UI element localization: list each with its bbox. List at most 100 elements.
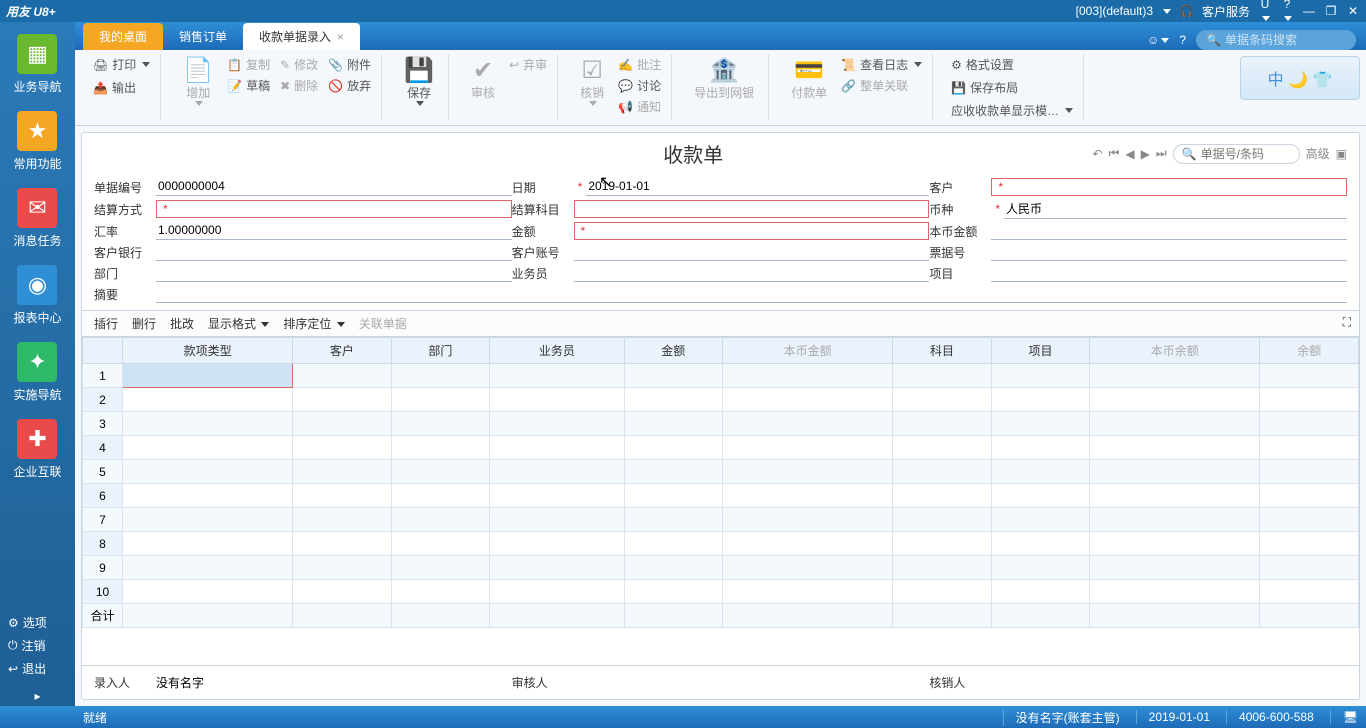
table-row[interactable]: 8 xyxy=(83,532,1359,556)
grid-cell[interactable] xyxy=(293,508,392,532)
grid-cell[interactable] xyxy=(893,460,992,484)
grid-cell[interactable] xyxy=(723,580,893,604)
help-circle-icon[interactable]: ? xyxy=(1179,33,1186,47)
relate-all-button[interactable]: 🔗 整单关联 xyxy=(837,75,926,96)
grid-cell[interactable] xyxy=(1090,532,1260,556)
doc-search-input[interactable] xyxy=(1201,147,1291,161)
sidebar-link-1[interactable]: ⏻注销 xyxy=(0,634,75,657)
grid-cell[interactable] xyxy=(293,364,392,388)
grid-cell[interactable] xyxy=(893,364,992,388)
sidebar-item-2[interactable]: ✉消息任务 xyxy=(9,180,65,257)
prev-icon[interactable]: ◀ xyxy=(1125,147,1134,161)
grid-cell[interactable] xyxy=(1260,436,1359,460)
memo-field[interactable] xyxy=(156,285,1347,303)
barcode-search[interactable]: 🔍 xyxy=(1196,30,1356,50)
grid-cell[interactable] xyxy=(1260,388,1359,412)
grid-cell[interactable] xyxy=(391,460,490,484)
settle-field[interactable]: * xyxy=(156,200,512,218)
grid-cell[interactable] xyxy=(991,388,1090,412)
grid-cell[interactable] xyxy=(490,484,624,508)
grid-cell[interactable] xyxy=(123,556,293,580)
grid-cell[interactable] xyxy=(991,412,1090,436)
grid-cell[interactable] xyxy=(490,556,624,580)
table-row[interactable]: 1 xyxy=(83,364,1359,388)
grid-cell[interactable] xyxy=(624,388,723,412)
next-icon[interactable]: ▶ xyxy=(1141,147,1150,161)
print-button[interactable]: 🖨 打印 xyxy=(89,54,154,75)
grid-cell[interactable] xyxy=(391,556,490,580)
grid-cell[interactable] xyxy=(1260,580,1359,604)
grid-cell[interactable] xyxy=(490,388,624,412)
grid-cell[interactable] xyxy=(1090,388,1260,412)
grid-cell[interactable] xyxy=(490,508,624,532)
grid-cell[interactable] xyxy=(624,436,723,460)
grid-cell[interactable] xyxy=(123,508,293,532)
undo-icon[interactable]: ↶ xyxy=(1093,147,1103,161)
grid-cell[interactable] xyxy=(490,460,624,484)
acct-field[interactable] xyxy=(574,243,930,261)
col-header-5[interactable]: 本币金额 xyxy=(723,338,893,364)
col-header-3[interactable]: 业务员 xyxy=(490,338,624,364)
grid-cell[interactable] xyxy=(391,532,490,556)
grid-cell[interactable] xyxy=(893,412,992,436)
locate-icon[interactable]: ▣ xyxy=(1336,147,1347,161)
payment-button[interactable]: 💳付款单 xyxy=(783,54,835,121)
grid-cell[interactable] xyxy=(1260,556,1359,580)
display-format-button[interactable]: 显示格式 xyxy=(208,315,269,332)
draft-button[interactable]: 📝 草稿 xyxy=(223,75,274,96)
table-row[interactable]: 9 xyxy=(83,556,1359,580)
tab-sales-order[interactable]: 销售订单 xyxy=(163,23,243,50)
close-icon[interactable]: ✕ xyxy=(1346,4,1360,18)
table-row[interactable]: 7 xyxy=(83,508,1359,532)
col-header-4[interactable]: 金额 xyxy=(624,338,723,364)
save-button[interactable]: 💾保存 xyxy=(396,54,442,108)
discard-button[interactable]: 🚫 放弃 xyxy=(324,75,375,96)
grid-cell[interactable] xyxy=(893,580,992,604)
grid-cell[interactable] xyxy=(490,532,624,556)
table-row[interactable]: 4 xyxy=(83,436,1359,460)
grid-cell[interactable] xyxy=(991,364,1090,388)
edit-button[interactable]: ✎ 修改 xyxy=(276,54,322,75)
minimize-icon[interactable]: — xyxy=(1302,4,1316,18)
grid-cell[interactable] xyxy=(1090,484,1260,508)
annotate-button[interactable]: ✍ 批注 xyxy=(614,54,665,75)
first-icon[interactable]: ⏮ xyxy=(1109,146,1120,161)
grid-cell[interactable] xyxy=(991,436,1090,460)
table-row[interactable]: 5 xyxy=(83,460,1359,484)
col-header-7[interactable]: 项目 xyxy=(991,338,1090,364)
grid-cell[interactable] xyxy=(1090,508,1260,532)
amt-field[interactable]: * xyxy=(574,222,930,240)
grid-cell[interactable] xyxy=(1090,580,1260,604)
sidebar-link-2[interactable]: ↩退出 xyxy=(0,657,75,680)
grid-cell[interactable] xyxy=(293,556,392,580)
smiley-icon[interactable]: ☺ xyxy=(1147,33,1169,47)
grid-cell[interactable] xyxy=(123,460,293,484)
session-dropdown-icon[interactable] xyxy=(1163,9,1171,14)
grid-cell[interactable] xyxy=(991,484,1090,508)
expand-icon[interactable]: ⛶ xyxy=(1343,315,1351,330)
staff-field[interactable] xyxy=(574,264,930,282)
grid-cell[interactable] xyxy=(723,436,893,460)
table-row[interactable]: 6 xyxy=(83,484,1359,508)
grid-cell[interactable] xyxy=(893,388,992,412)
proj-field[interactable] xyxy=(991,264,1347,282)
batch-edit-button[interactable]: 批改 xyxy=(170,315,194,332)
grid-cell[interactable] xyxy=(1260,484,1359,508)
grid-cell[interactable] xyxy=(624,580,723,604)
tab-receipt-entry[interactable]: 收款单据录入 × xyxy=(243,23,360,50)
unaudit-button[interactable]: ↩ 弃审 xyxy=(505,54,551,75)
template-button[interactable]: 应收收款单显示模… xyxy=(947,100,1077,121)
table-row[interactable]: 2 xyxy=(83,388,1359,412)
grid-cell[interactable] xyxy=(490,580,624,604)
grid-cell[interactable] xyxy=(893,556,992,580)
grid-cell[interactable] xyxy=(293,436,392,460)
grid-cell[interactable] xyxy=(293,580,392,604)
subj-field[interactable] xyxy=(574,200,930,218)
col-header-0[interactable]: 款项类型 xyxy=(123,338,293,364)
cust-field[interactable]: * xyxy=(991,178,1347,196)
grid-cell[interactable] xyxy=(123,364,293,388)
sidebar-item-4[interactable]: ✦实施导航 xyxy=(9,334,65,411)
grid-cell[interactable] xyxy=(723,412,893,436)
advanced-link[interactable]: 高级 xyxy=(1306,145,1330,162)
local-field[interactable] xyxy=(991,222,1347,240)
